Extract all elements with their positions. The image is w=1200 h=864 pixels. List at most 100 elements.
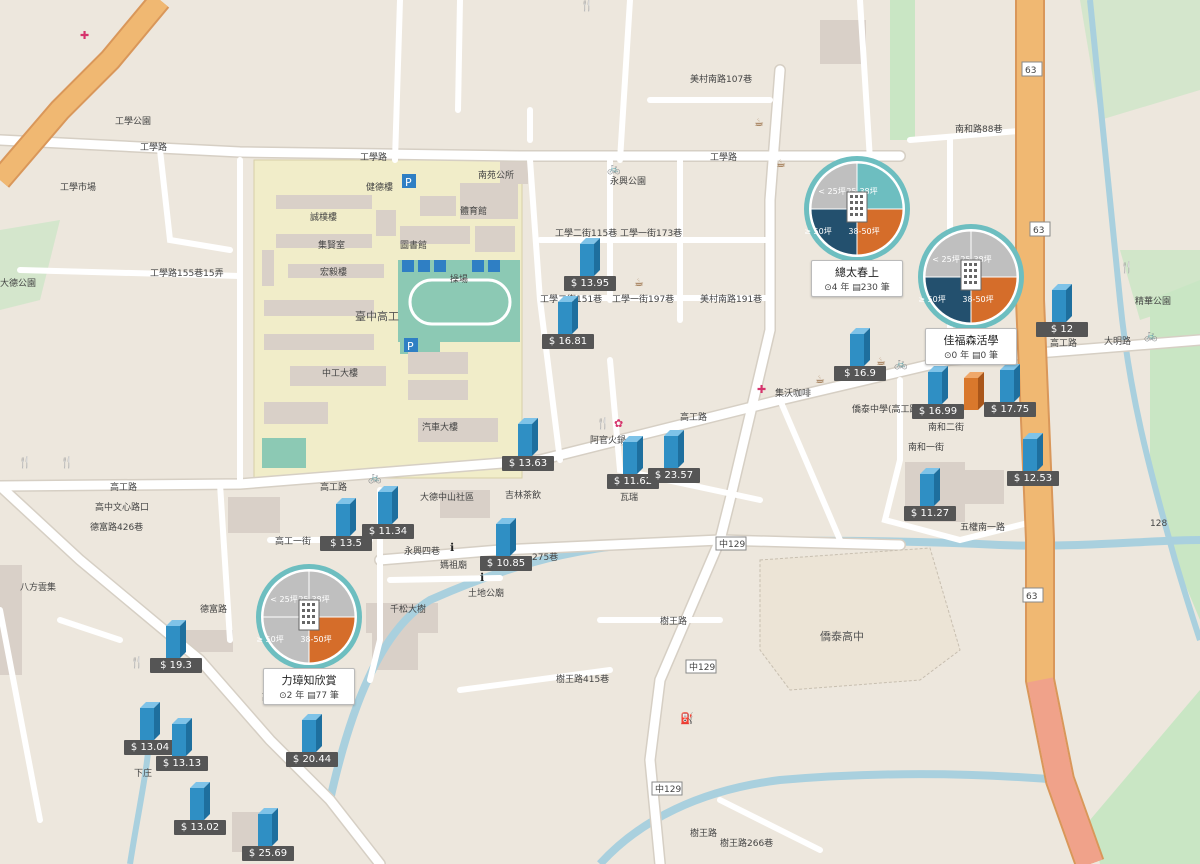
- size-breakdown-ring: < 25坪25-38坪≥ 50坪38-50坪: [918, 224, 1024, 330]
- cafe-icon: ☕: [776, 157, 786, 170]
- building-icon: [1023, 433, 1043, 471]
- street-label: 樹王路266巷: [720, 837, 773, 849]
- price-label: $ 13.13: [156, 756, 208, 771]
- street-label: 高工一街: [275, 535, 311, 547]
- price-label: $ 16.9: [834, 366, 886, 381]
- price-label: $ 12.53: [1007, 471, 1059, 486]
- community-cluster[interactable]: < 25坪25-38坪≥ 50坪38-50坪 總太春上 ⊙4 年 ▤230 筆: [802, 154, 912, 304]
- street-label: 工學路155巷15弄: [150, 267, 224, 279]
- property-marker[interactable]: [944, 372, 1004, 428]
- property-marker[interactable]: $ 13.02: [170, 782, 230, 838]
- place-label: 操場: [450, 273, 468, 285]
- building-icon: [298, 599, 320, 631]
- property-marker[interactable]: $ 10.85: [476, 518, 536, 574]
- bicycle-icon: 🚲: [607, 162, 621, 175]
- info-icon: ℹ: [450, 541, 455, 554]
- street-label: 下庄: [134, 767, 152, 779]
- place-label: 僑泰高中: [820, 629, 864, 643]
- property-marker[interactable]: $ 25.69: [238, 808, 298, 864]
- place-label: 高中文心路口: [95, 501, 149, 513]
- property-marker[interactable]: $ 16.81: [538, 296, 598, 352]
- community-cluster[interactable]: < 25坪25-38坪≥ 50坪38-50坪 力璋知欣賞 ⊙2 年 ▤77 筆: [254, 562, 364, 712]
- place-label: 工學市場: [60, 181, 96, 193]
- place-label: 大德公園: [0, 277, 36, 289]
- street-label: 德富路426巷: [90, 521, 143, 533]
- property-marker[interactable]: $ 12: [1032, 284, 1092, 340]
- hospital-icon: ✚: [757, 383, 767, 396]
- bicycle-icon: 🚲: [368, 471, 382, 484]
- building-age: 2 年: [286, 691, 305, 701]
- cafe-icon: ☕: [754, 116, 764, 129]
- svg-text:63: 63: [1025, 66, 1036, 76]
- parking-icon: P: [402, 174, 416, 189]
- place-label: 吉林茶飲: [505, 489, 541, 501]
- property-marker[interactable]: $ 23.57: [644, 430, 704, 486]
- bicycle-icon: 🚲: [894, 357, 908, 370]
- svg-text:中129: 中129: [719, 538, 745, 550]
- price-label: $ 16.81: [542, 334, 594, 349]
- building-icon: [378, 486, 398, 524]
- svg-text:P: P: [407, 340, 414, 353]
- place-label: 體育館: [460, 205, 487, 217]
- place-label: 中工大樓: [322, 367, 358, 379]
- svg-text:63: 63: [1033, 226, 1044, 236]
- street-label: 工學路: [360, 151, 387, 163]
- street-label: 樹王路415巷: [556, 673, 609, 685]
- restaurant-icon: 🍴: [130, 656, 144, 669]
- property-marker[interactable]: $ 13.63: [498, 418, 558, 474]
- community-cluster[interactable]: < 25坪25-38坪≥ 50坪38-50坪 佳福森活學 ⊙0 年 ▤0 筆: [916, 222, 1026, 372]
- street-label: 大明路: [1104, 335, 1131, 347]
- route-shield: 63: [1029, 221, 1051, 237]
- restaurant-icon: 🍴: [596, 417, 610, 430]
- street-label: 樹王路: [690, 827, 717, 839]
- community-name: 總太春上: [835, 266, 879, 279]
- street-label: 樹王路: [660, 615, 687, 627]
- restaurant-icon: 🍴: [60, 456, 74, 469]
- price-label: $ 13.02: [174, 820, 226, 835]
- size-segment-label: 38-50坪: [962, 295, 993, 304]
- size-segment-label: ≥ 50坪: [256, 635, 283, 644]
- parking-icon: [472, 260, 484, 272]
- place-label: 宏毅樓: [320, 266, 347, 278]
- restaurant-icon: ✿: [614, 417, 624, 430]
- route-shield: 中129: [685, 659, 717, 674]
- route-shield: 63: [1022, 587, 1044, 603]
- street-label: 德富路: [200, 603, 227, 615]
- building-icon: [846, 191, 868, 223]
- property-marker[interactable]: $ 11.34: [358, 486, 418, 542]
- building-icon: [496, 518, 516, 556]
- svg-text:中129: 中129: [689, 661, 715, 673]
- school-field: [262, 438, 306, 468]
- property-marker[interactable]: $ 13.13: [152, 718, 212, 774]
- price-label: $ 23.57: [648, 468, 700, 483]
- street-label: 高工路: [110, 481, 137, 493]
- clock-icon: ⊙: [824, 283, 832, 293]
- price-label: $ 13.63: [502, 456, 554, 471]
- place-label: 媽祖廟: [440, 559, 467, 571]
- property-marker[interactable]: $ 13.95: [560, 238, 620, 294]
- document-icon: ▤: [307, 691, 316, 701]
- park-area: [890, 0, 915, 140]
- property-marker[interactable]: $ 12.53: [1003, 433, 1063, 489]
- building-icon: [302, 714, 322, 752]
- place-label: 集沃咖啡: [775, 387, 811, 399]
- svg-text:P: P: [405, 176, 412, 189]
- parking-icon: [488, 260, 500, 272]
- size-segment-label: < 25坪: [270, 595, 297, 604]
- street-label: 工學路: [140, 141, 167, 153]
- transaction-count: 230 筆: [860, 283, 890, 293]
- building-age: 0 年: [951, 351, 970, 361]
- street-label: 美村南路191巷: [700, 293, 762, 305]
- place-label: 永興公園: [610, 175, 646, 187]
- property-marker[interactable]: $ 11.27: [900, 468, 960, 524]
- building-icon: [1052, 284, 1072, 322]
- place-label: 瓦瑞: [620, 491, 638, 503]
- street-label: 美村南路107巷: [690, 73, 752, 85]
- property-marker[interactable]: $ 20.44: [282, 714, 342, 770]
- size-segment-label: < 25坪: [818, 187, 845, 196]
- property-marker[interactable]: $ 16.9: [830, 328, 890, 384]
- community-name: 佳福森活學: [943, 334, 999, 347]
- building-icon: [172, 718, 192, 756]
- school-area: [759, 547, 961, 691]
- property-marker[interactable]: $ 19.3: [146, 620, 206, 676]
